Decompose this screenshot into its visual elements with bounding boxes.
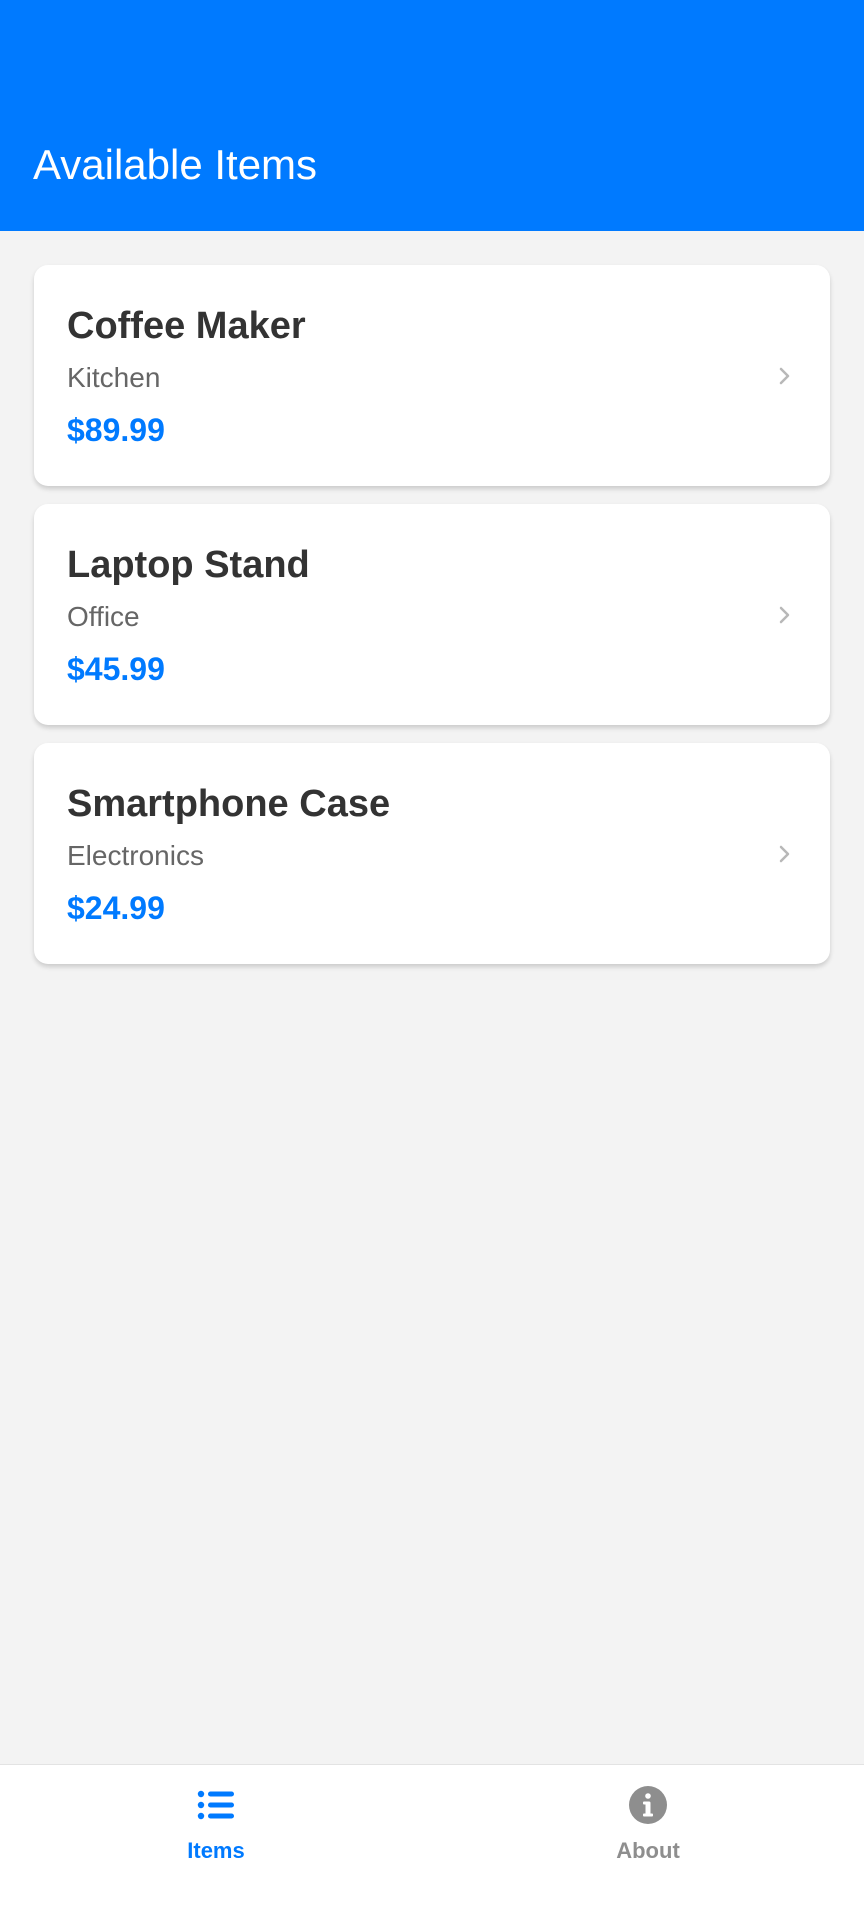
- app-header: Available Items: [0, 0, 864, 231]
- tab-label: Items: [187, 1838, 245, 1863]
- tab-about[interactable]: About: [432, 1765, 864, 1885]
- item-price: $89.99: [67, 412, 165, 448]
- item-category: Kitchen: [67, 362, 161, 393]
- item-price: $24.99: [67, 890, 165, 926]
- page-title: Available Items: [33, 141, 318, 188]
- item-list: Coffee Maker Kitchen $89.99 Laptop Stand…: [34, 265, 830, 982]
- tab-items[interactable]: Items: [0, 1765, 432, 1885]
- item-card-laptop-stand[interactable]: Laptop Stand Office $45.99: [34, 504, 830, 725]
- list-icon: [197, 1790, 234, 1820]
- item-card-smartphone-case[interactable]: Smartphone Case Electronics $24.99: [34, 743, 830, 964]
- item-category: Office: [67, 601, 140, 632]
- info-icon: [629, 1786, 667, 1824]
- chevron-right-icon: [779, 606, 790, 624]
- item-name: Smartphone Case: [67, 783, 391, 825]
- item-name: Laptop Stand: [67, 544, 310, 586]
- item-price: $45.99: [67, 651, 165, 687]
- chevron-right-icon: [779, 845, 790, 863]
- bottom-tab-bar: Items About: [0, 1764, 864, 1921]
- chevron-right-icon: [779, 367, 790, 385]
- item-card-coffee-maker[interactable]: Coffee Maker Kitchen $89.99: [34, 265, 830, 486]
- item-name: Coffee Maker: [67, 305, 306, 347]
- tab-label: About: [616, 1838, 680, 1863]
- item-category: Electronics: [67, 840, 204, 871]
